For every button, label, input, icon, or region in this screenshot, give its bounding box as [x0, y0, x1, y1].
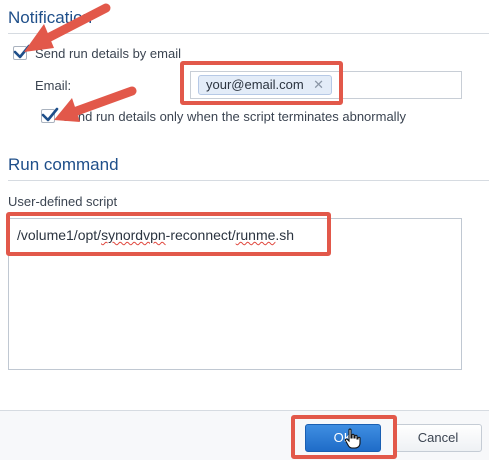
arrow-to-send-email-icon [24, 3, 111, 52]
script-highlight-box [6, 212, 331, 256]
ok-highlight-box [291, 415, 397, 459]
run-command-section-title: Run command [8, 155, 119, 174]
arrow-to-abnormal-checkbox-icon [54, 86, 137, 122]
email-highlight-box [180, 61, 343, 105]
run-command-divider [8, 180, 489, 181]
script-label: User-defined script [8, 194, 118, 209]
cancel-button[interactable]: Cancel [394, 424, 482, 452]
